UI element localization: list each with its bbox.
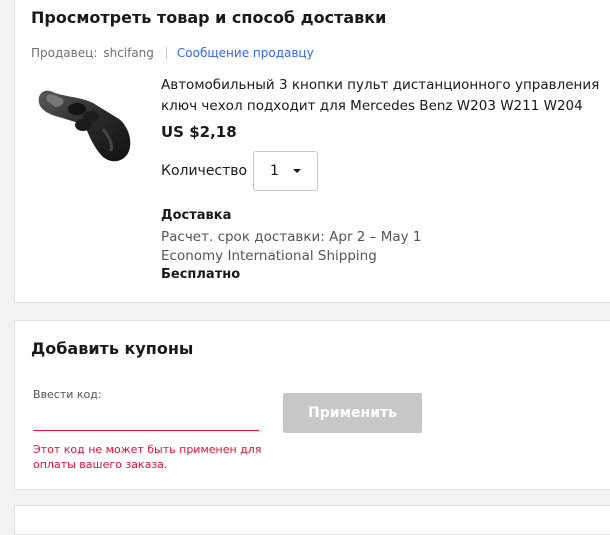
product-image[interactable] (33, 77, 135, 173)
coupon-code-label: Ввести код: (33, 388, 102, 401)
order-review-title: Просмотреть товар и способ доставки (31, 8, 387, 27)
seller-line: Продавец: shcifang Сообщение продавцу (31, 46, 314, 60)
chevron-down-icon (293, 169, 301, 173)
message-seller-link[interactable]: Сообщение продавцу (177, 46, 314, 60)
quantity-select[interactable]: 1 (253, 151, 318, 191)
shipping-cost: Бесплатно (161, 267, 241, 282)
shipping-method: Economy International Shipping (161, 248, 377, 264)
quantity-value: 1 (270, 163, 279, 179)
coupon-title: Добавить купоны (31, 339, 194, 358)
coupon-error-message: Этот код не может быть применен для опла… (33, 443, 262, 471)
shipping-heading: Доставка (161, 208, 232, 223)
divider (165, 47, 167, 59)
product-price: US $2,18 (161, 123, 237, 141)
quantity-label: Количество (161, 163, 248, 179)
coupon-card: Добавить купоны Ввести код: Применить Эт… (14, 320, 610, 490)
product-title[interactable]: Автомобильный 3 кнопки пульт дистанционн… (161, 75, 601, 117)
shipping-estimate: Расчет. срок доставки: Apr 2 – May 1 (161, 229, 422, 245)
seller-label: Продавец: (31, 46, 98, 60)
order-review-card: Просмотреть товар и способ доставки Прод… (14, 0, 610, 303)
next-section-card (14, 505, 610, 535)
seller-name: shcifang (103, 46, 154, 60)
apply-coupon-button[interactable]: Применить (283, 393, 422, 433)
coupon-code-input[interactable] (33, 405, 259, 431)
car-key-fob-image (38, 90, 131, 162)
